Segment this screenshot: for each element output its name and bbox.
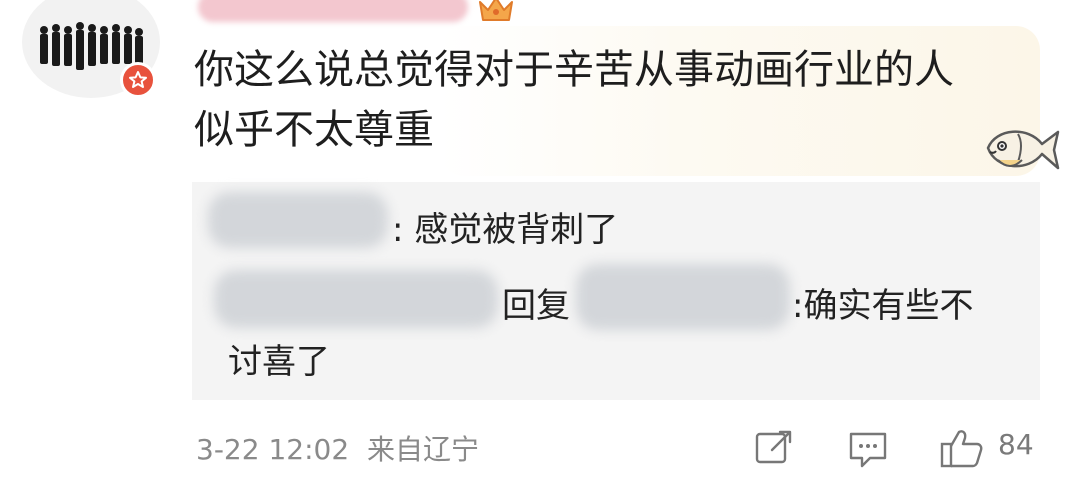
blurred-username[interactable] (576, 264, 790, 330)
fish-sticker-icon (986, 130, 1060, 170)
like-count: 84 (998, 428, 1034, 461)
reply-to-label: 回复 (502, 286, 570, 326)
comment-icon[interactable] (846, 426, 890, 470)
blurred-username[interactable] (208, 192, 388, 248)
comment-line: 你这么说总觉得对于辛苦从事动画行业的人 (194, 47, 954, 93)
comment-line: 似乎不太尊重 (194, 107, 434, 153)
reply-text-continued: 讨喜了 (228, 342, 330, 382)
replies-box[interactable]: : 感觉被背刺了 回复 :确实有些不 讨喜了 (192, 182, 1040, 400)
crown-icon (479, 0, 513, 21)
comment-text: 你这么说总觉得对于辛苦从事动画行业的人 似乎不太尊重 (194, 40, 1014, 160)
thumbs-up-icon[interactable] (938, 426, 986, 470)
reply-text: : 感觉被背刺了 (392, 210, 619, 250)
timestamp: 3-22 12:02 (196, 433, 350, 466)
comment-meta: 3-22 12:02 来自辽宁 (196, 428, 479, 468)
reply-text: :确实有些不 (792, 286, 974, 326)
location: 来自辽宁 (366, 433, 479, 466)
blurred-username[interactable] (198, 0, 468, 22)
verified-badge-icon (120, 62, 156, 98)
blurred-username[interactable] (214, 270, 498, 328)
share-icon[interactable] (752, 426, 796, 470)
